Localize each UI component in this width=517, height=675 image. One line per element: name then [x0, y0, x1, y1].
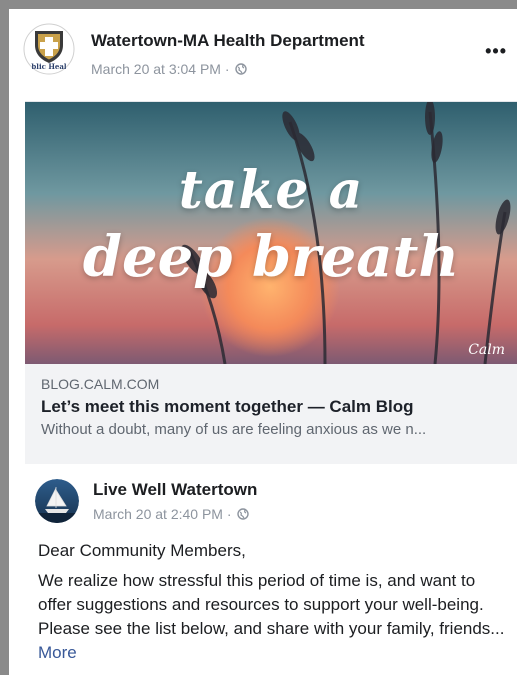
- shared-post-body: Dear Community Members, We realize how s…: [38, 539, 508, 665]
- shared-post-timestamp[interactable]: March 20 at 2:40 PM: [93, 506, 223, 522]
- link-description: Without a doubt, many of us are feeling …: [41, 421, 427, 438]
- hero-headline-line-2: deep breath: [82, 224, 460, 290]
- meta-separator: ·: [220, 61, 234, 77]
- page-avatar[interactable]: blic Heal: [23, 23, 75, 75]
- globe-icon[interactable]: [237, 508, 250, 520]
- shared-post-header: Live Well Watertown March 20 at 2:40 PM …: [35, 475, 505, 535]
- link-domain: BLOG.CALM.COM: [41, 376, 160, 392]
- shared-page-name-link[interactable]: Live Well Watertown: [93, 480, 257, 500]
- shared-page-avatar[interactable]: [35, 479, 79, 523]
- meta-separator: ·: [222, 506, 236, 522]
- post-card: blic Heal Watertown-MA Health Department…: [9, 9, 517, 675]
- link-caption[interactable]: BLOG.CALM.COM Let’s meet this moment tog…: [25, 364, 517, 464]
- shared-post-meta: March 20 at 2:40 PM ·: [93, 506, 250, 522]
- link-preview[interactable]: take a deep breath Calm BLOG.CALM.COM Le…: [25, 101, 517, 464]
- post-body-content: We realize how stressful this period of …: [38, 571, 505, 638]
- globe-icon[interactable]: [235, 63, 248, 75]
- page-name-link[interactable]: Watertown-MA Health Department: [91, 31, 365, 51]
- hero-headline-line-1: take a: [178, 160, 364, 221]
- post-greeting: Dear Community Members,: [38, 541, 246, 560]
- see-more-link[interactable]: More: [38, 643, 77, 662]
- link-title[interactable]: Let’s meet this moment together — Calm B…: [41, 397, 517, 417]
- ellipsis-icon[interactable]: •••: [485, 41, 507, 62]
- post-timestamp[interactable]: March 20 at 3:04 PM: [91, 61, 221, 77]
- post-meta: March 20 at 3:04 PM ·: [91, 61, 248, 77]
- post-body-text: We realize how stressful this period of …: [38, 569, 508, 665]
- ship-avatar-icon: [35, 479, 79, 523]
- logo-text: blic Heal: [31, 62, 67, 71]
- post-header: blic Heal Watertown-MA Health Department…: [23, 23, 513, 93]
- calm-logo: Calm: [468, 342, 505, 358]
- link-preview-image[interactable]: take a deep breath Calm: [25, 102, 517, 364]
